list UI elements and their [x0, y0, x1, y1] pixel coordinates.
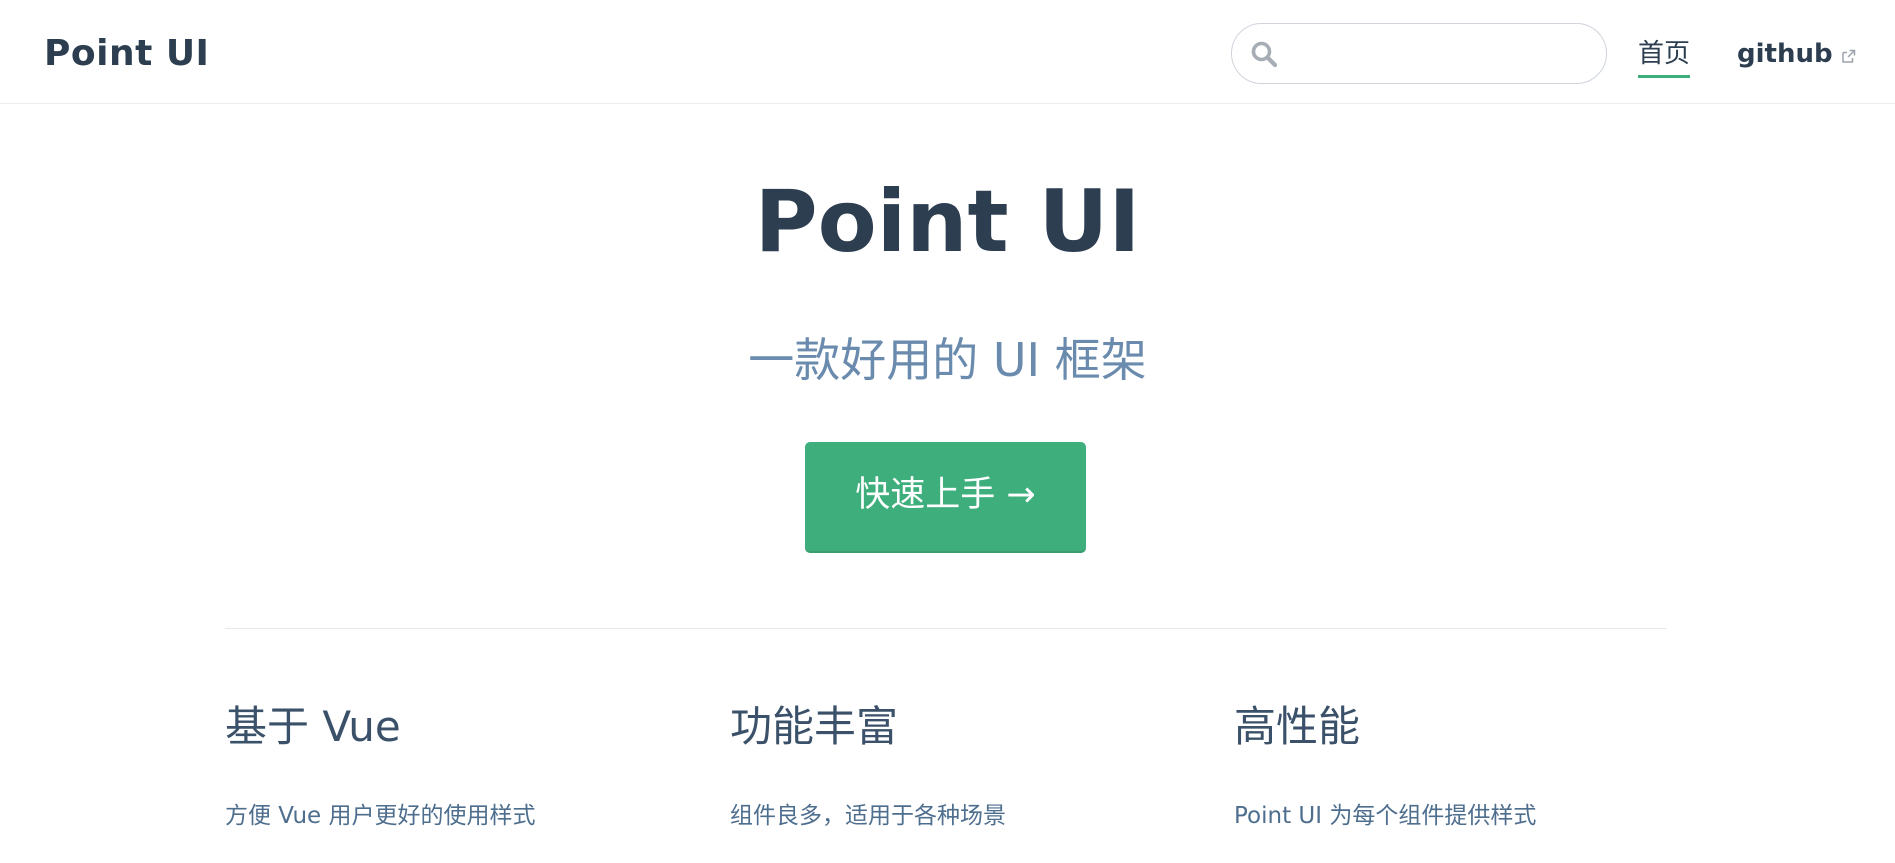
feature-title: 高性能 — [1234, 702, 1361, 751]
site-name-link[interactable]: Point UI — [44, 30, 209, 78]
search-box[interactable] — [1231, 23, 1607, 84]
feature-details: Point UI 为每个组件提供样式 — [1234, 803, 1537, 829]
hero-title: Point UI — [754, 172, 1141, 272]
nav-link-github[interactable]: github — [1737, 34, 1856, 74]
hero-description: 一款好用的 UI 框架 — [748, 333, 1147, 387]
external-link-icon — [1841, 49, 1855, 63]
feature-details: 组件良多，适用于各种场景 — [730, 803, 1006, 829]
get-started-button[interactable]: 快速上手 → — [805, 442, 1086, 553]
divider — [225, 628, 1666, 629]
feature-card: 功能丰富 组件良多，适用于各种场景 — [730, 695, 1160, 833]
feature-card: 基于 Vue 方便 Vue 用户更好的使用样式 — [225, 695, 655, 833]
feature-card: 高性能 Point UI 为每个组件提供样式 — [1234, 695, 1664, 833]
navbar: Point UI 首页 github — [0, 0, 1895, 104]
search-icon — [1251, 41, 1278, 68]
feature-title: 基于 Vue — [225, 702, 401, 751]
search-input[interactable] — [1292, 34, 1596, 74]
nav-link-github-label: github — [1737, 39, 1833, 69]
nav-link-home[interactable]: 首页 — [1638, 34, 1691, 78]
feature-title: 功能丰富 — [730, 702, 899, 751]
feature-details: 方便 Vue 用户更好的使用样式 — [225, 803, 536, 829]
